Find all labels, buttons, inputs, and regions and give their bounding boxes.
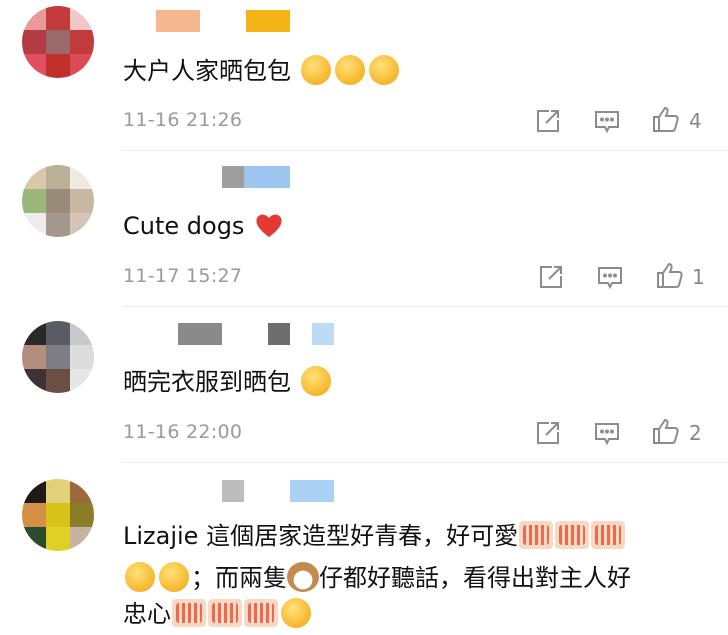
avatar-pixel xyxy=(46,369,70,393)
avatar-pixel xyxy=(22,165,46,189)
avatar-pixel xyxy=(22,345,46,369)
comment-text: Lizajie 這個居家造型好青春，好可愛 xyxy=(123,519,626,553)
avatar-pixel xyxy=(22,30,46,54)
like-count: 1 xyxy=(692,265,705,289)
avatar-pixel xyxy=(22,321,46,345)
share-icon[interactable] xyxy=(536,262,566,292)
blurred-block xyxy=(222,480,244,502)
avatar-pixel xyxy=(46,503,70,527)
comment-text-line: 忠心 xyxy=(123,597,313,631)
blurred-block xyxy=(222,166,244,188)
avatar[interactable] xyxy=(22,479,94,551)
comment-item: 大户人家晒包包 11-16 21:26 4 xyxy=(0,0,728,150)
zan-sticker xyxy=(172,599,206,627)
avatar-pixel xyxy=(22,479,46,503)
shy-face-emoji xyxy=(334,55,365,85)
kiss-emoji xyxy=(159,562,189,592)
laugh-cry-emoji xyxy=(300,366,331,396)
blurred-block xyxy=(246,10,290,32)
share-icon[interactable] xyxy=(533,106,563,136)
avatar-pixel xyxy=(46,213,70,237)
zan-sticker xyxy=(555,521,590,549)
comment-item: Cute dogs 11-17 15:27 1 xyxy=(0,151,728,306)
thumbs-up-icon[interactable] xyxy=(651,104,681,134)
comment-text-line: ；而兩隻 仔都好聽話，看得出對主人好 xyxy=(123,561,631,595)
avatar-pixel xyxy=(70,503,94,527)
dog-emoji xyxy=(287,562,319,592)
zan-sticker xyxy=(244,599,278,627)
avatar-pixel xyxy=(70,54,94,78)
avatar-pixel xyxy=(22,527,46,551)
red-heart-emoji xyxy=(256,214,282,237)
comment-icon[interactable] xyxy=(592,106,622,136)
blurred-block xyxy=(156,10,200,32)
timestamp: 11-16 22:00 xyxy=(123,421,243,443)
thumbs-up-icon[interactable] xyxy=(655,260,685,290)
zan-sticker xyxy=(208,599,242,627)
blurred-block xyxy=(312,323,334,345)
avatar-pixel xyxy=(46,345,70,369)
comment-text: 晒完衣服到晒包 xyxy=(123,365,333,399)
comment-item: Lizajie 這個居家造型好青春，好可愛 ；而兩隻 仔都好聽話，看得出對主人好 … xyxy=(0,463,728,635)
username-blurred[interactable] xyxy=(156,10,296,32)
blurred-block xyxy=(268,323,290,345)
shy-face-emoji xyxy=(300,55,331,85)
avatar-pixel xyxy=(70,345,94,369)
avatar-pixel xyxy=(70,527,94,551)
comment-item: 晒完衣服到晒包 11-16 22:00 2 xyxy=(0,307,728,462)
avatar-pixel xyxy=(22,213,46,237)
thumbs-up-icon[interactable] xyxy=(651,416,681,446)
avatar[interactable] xyxy=(22,6,94,78)
avatar-pixel xyxy=(46,321,70,345)
avatar[interactable] xyxy=(22,165,94,237)
avatar-pixel xyxy=(46,189,70,213)
avatar-pixel xyxy=(70,165,94,189)
comment-text: Cute dogs xyxy=(123,209,286,243)
comment-icon[interactable] xyxy=(592,418,622,448)
share-icon[interactable] xyxy=(533,418,563,448)
avatar-pixel xyxy=(70,189,94,213)
avatar-pixel xyxy=(46,165,70,189)
avatar-pixel xyxy=(70,321,94,345)
slight-smile-emoji xyxy=(281,598,311,628)
avatar-pixel xyxy=(46,30,70,54)
avatar-pixel xyxy=(70,6,94,30)
avatar-pixel xyxy=(70,213,94,237)
avatar-pixel xyxy=(46,479,70,503)
comment-icon[interactable] xyxy=(595,262,625,292)
shy-face-emoji xyxy=(368,55,399,85)
username-blurred[interactable] xyxy=(222,480,342,502)
avatar-pixel xyxy=(22,6,46,30)
avatar-pixel xyxy=(46,54,70,78)
avatar-pixel xyxy=(22,54,46,78)
smile-emoji xyxy=(125,562,155,592)
avatar-pixel xyxy=(70,479,94,503)
blurred-block xyxy=(290,480,334,502)
avatar-pixel xyxy=(22,189,46,213)
avatar-pixel xyxy=(46,6,70,30)
timestamp: 11-17 15:27 xyxy=(123,265,243,287)
avatar-pixel xyxy=(22,369,46,393)
like-count: 4 xyxy=(689,109,702,133)
avatar-pixel xyxy=(22,503,46,527)
zan-sticker xyxy=(591,521,626,549)
comment-text: 大户人家晒包包 xyxy=(123,54,401,88)
blurred-block xyxy=(244,166,290,188)
zan-sticker xyxy=(519,521,554,549)
timestamp: 11-16 21:26 xyxy=(123,109,243,131)
avatar-pixel xyxy=(70,30,94,54)
like-count: 2 xyxy=(689,421,702,445)
blurred-block xyxy=(178,323,222,345)
avatar[interactable] xyxy=(22,321,94,393)
username-blurred[interactable] xyxy=(178,323,338,345)
avatar-pixel xyxy=(70,369,94,393)
avatar-pixel xyxy=(46,527,70,551)
username-blurred[interactable] xyxy=(222,166,292,188)
